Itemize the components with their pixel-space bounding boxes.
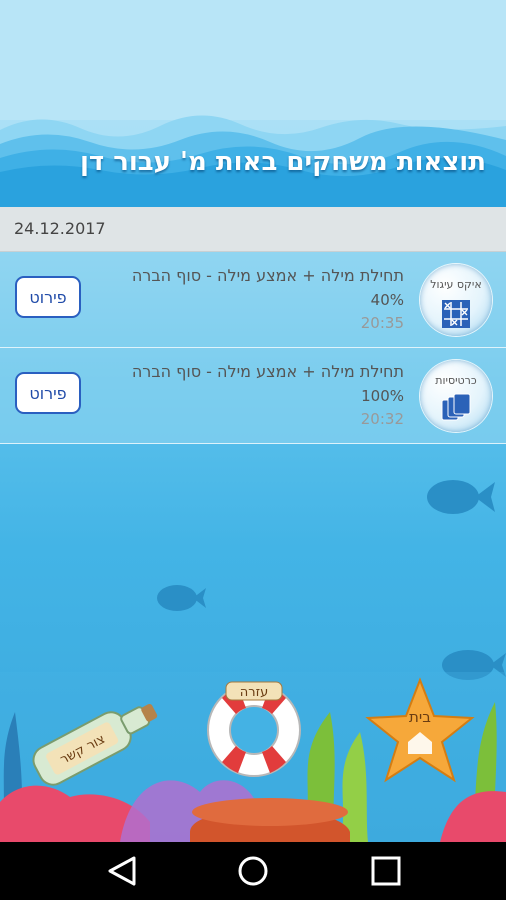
back-button[interactable]: [82, 842, 162, 900]
app-screen: תוצאות משחקים באות מ' עבור דן 24.12.2017…: [0, 0, 506, 842]
sky-background: [0, 0, 506, 120]
game-score: 40%: [370, 291, 404, 309]
game-time: 20:32: [360, 410, 404, 428]
game-description: תחילת מילה + אמצע מילה - סוף הברה: [131, 266, 404, 285]
back-icon: [108, 856, 136, 886]
circle-home-icon: [238, 856, 268, 886]
results-list: איקס עיגול תחילת מילה + אמצע מילה - סוף …: [0, 252, 506, 444]
home-nav-button[interactable]: [213, 842, 293, 900]
contact-button[interactable]: [25, 690, 160, 780]
fish-silhouette-icon: [427, 480, 495, 514]
details-button[interactable]: פירוט: [15, 276, 81, 318]
game-description: תחילת מילה + אמצע מילה - סוף הברה: [131, 362, 404, 381]
home-button[interactable]: [368, 678, 472, 780]
result-row: כרטיסיות תחילת מילה + אמצע מילה - סוף הב…: [0, 348, 506, 444]
game-time: 20:35: [360, 314, 404, 332]
square-recents-icon: [371, 856, 401, 886]
date-header: 24.12.2017: [0, 207, 506, 252]
tic-tac-toe-game-icon: איקס עיגול: [420, 264, 492, 336]
page-title: תוצאות משחקים באות מ' עבור דן: [79, 147, 486, 177]
cards-icon: [441, 393, 471, 421]
cards-game-icon: כרטיסיות: [420, 360, 492, 432]
help-button[interactable]: [205, 680, 303, 778]
fish-silhouette-icon: [157, 585, 206, 611]
game-icon-label: כרטיסיות: [435, 374, 477, 387]
recents-button[interactable]: [346, 842, 426, 900]
details-button[interactable]: פירוט: [15, 372, 81, 414]
android-navbar: [0, 842, 506, 900]
grid-icon: [442, 300, 470, 328]
result-row: איקס עיגול תחילת מילה + אמצע מילה - סוף …: [0, 252, 506, 348]
game-score: 100%: [361, 387, 404, 405]
date-label: 24.12.2017: [14, 219, 106, 238]
game-icon-label: איקס עיגול: [430, 278, 482, 291]
